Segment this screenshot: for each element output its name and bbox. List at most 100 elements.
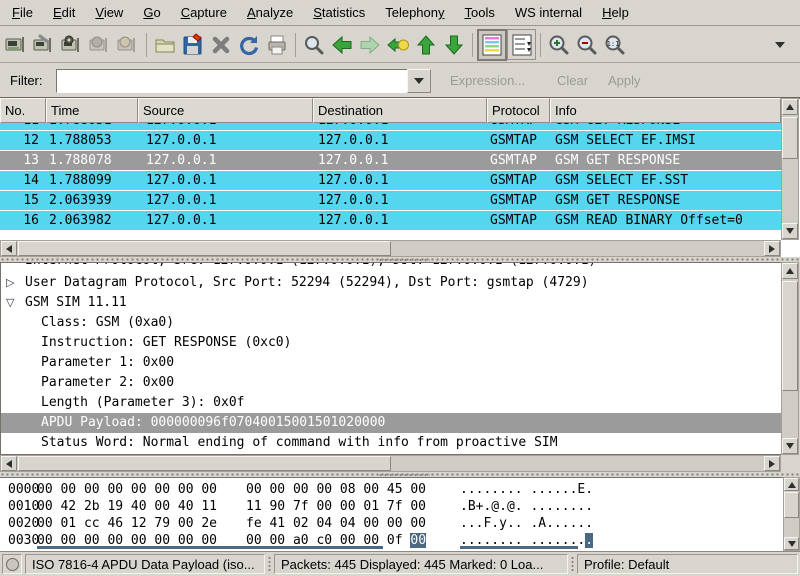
menu-bar: FileEditViewGoCaptureAnalyzeStatisticsTe… — [0, 0, 800, 26]
scroll-down-button[interactable] — [782, 438, 798, 454]
table-row[interactable]: 15 2.063939 127.0.0.1 127.0.0.1 GSMTAP G… — [0, 191, 781, 211]
capture-options-button[interactable] — [30, 30, 58, 60]
expert-info-indicator-icon — [6, 558, 19, 571]
column-header-info[interactable]: Info — [550, 98, 781, 123]
menu-edit[interactable]: Edit — [43, 2, 85, 23]
detail-line-parameter2[interactable]: Parameter 2: 0x00 — [1, 373, 781, 393]
bytes-vscrollbar[interactable] — [783, 477, 800, 551]
go-back-button[interactable] — [328, 30, 356, 60]
statusbar-grip[interactable] — [570, 556, 575, 572]
table-row[interactable]: 16 2.063982 127.0.0.1 127.0.0.1 GSMTAP G… — [0, 211, 781, 231]
scroll-down-button[interactable] — [784, 537, 799, 550]
capture-start-button[interactable] — [58, 30, 86, 60]
detail-line-udp[interactable]: ▷ User Datagram Protocol, Src Port: 5229… — [1, 273, 781, 293]
hex-offset: 0020 — [8, 515, 39, 532]
menu-capture[interactable]: Capture — [171, 2, 237, 23]
scroll-up-button[interactable] — [782, 263, 798, 279]
detail-line-class[interactable]: Class: GSM (0xa0) — [1, 313, 781, 333]
scroll-thumb[interactable] — [782, 117, 798, 159]
filter-label: Filter: — [10, 73, 43, 88]
status-profile: Profile: Default — [577, 554, 798, 574]
menu-view[interactable]: View — [85, 2, 133, 23]
print-button[interactable] — [263, 30, 291, 60]
triangle-up-icon — [786, 268, 794, 274]
scroll-left-button[interactable] — [1, 241, 17, 256]
menu-go[interactable]: Go — [133, 2, 170, 23]
go-to-packet-button[interactable] — [384, 30, 412, 60]
menu-analyze[interactable]: Analyze — [237, 2, 303, 23]
hex-row[interactable]: 0000 00 00 00 00 00 00 00 00 00 00 00 00… — [0, 481, 800, 498]
scroll-thumb[interactable] — [18, 456, 391, 471]
column-header-time[interactable]: Time — [46, 98, 138, 123]
detail-line-parameter1[interactable]: Parameter 1: 0x00 — [1, 353, 781, 373]
menu-tools[interactable]: Tools — [455, 2, 505, 23]
reload-file-button[interactable] — [235, 30, 263, 60]
detail-line-apdu-payload-selected[interactable]: APDU Payload: 000000096f0704001500150102… — [1, 413, 781, 433]
table-row[interactable]: 12 1.788053 127.0.0.1 127.0.0.1 GSMTAP G… — [0, 131, 781, 151]
detail-line-gsm-sim[interactable]: ▽ GSM SIM 11.11 — [1, 293, 781, 313]
nic-gear-icon — [60, 33, 84, 57]
nic-stop-icon — [88, 33, 112, 57]
table-row[interactable]: 14 1.788099 127.0.0.1 127.0.0.1 GSMTAP G… — [0, 171, 781, 191]
filter-dropdown-button[interactable] — [407, 69, 431, 93]
colorize-icon — [482, 34, 502, 56]
chevron-down-icon — [775, 42, 785, 48]
expander-collapsed-icon[interactable]: ▷ — [6, 273, 14, 293]
save-file-button[interactable] — [179, 30, 207, 60]
details-vscrollbar[interactable] — [781, 262, 799, 455]
details-hscrollbar[interactable] — [0, 455, 781, 472]
scroll-up-button[interactable] — [784, 478, 799, 491]
capture-restart-button — [114, 30, 142, 60]
zoom-in-button[interactable] — [545, 30, 573, 60]
hex-row[interactable]: 0020 00 01 cc 46 12 79 00 2e fe 41 02 04… — [0, 515, 800, 532]
expander-expanded-icon[interactable]: ▽ — [6, 293, 14, 313]
scroll-left-button[interactable] — [1, 456, 17, 471]
menu-telephony[interactable]: Telephony — [375, 2, 454, 23]
close-file-button[interactable] — [207, 30, 235, 60]
toolbar-overflow-button[interactable] — [766, 30, 794, 60]
detail-line-instruction[interactable]: Instruction: GET RESPONSE (0xc0) — [1, 333, 781, 353]
open-file-button[interactable] — [151, 30, 179, 60]
scroll-down-button[interactable] — [782, 223, 798, 239]
scroll-thumb[interactable] — [18, 241, 391, 256]
column-header-protocol[interactable]: Protocol — [487, 98, 550, 123]
scroll-up-button[interactable] — [782, 99, 798, 115]
filter-input[interactable] — [56, 69, 408, 93]
menu-statistics[interactable]: Statistics — [303, 2, 375, 23]
detail-line-length[interactable]: Length (Parameter 3): 0x0f — [1, 393, 781, 413]
triangle-down-icon — [786, 443, 794, 449]
detail-line-status-word[interactable]: Status Word: Normal ending of command wi… — [1, 433, 781, 453]
go-to-top-button[interactable] — [412, 30, 440, 60]
clear-button: Clear — [557, 73, 588, 88]
triangle-up-icon — [788, 482, 796, 488]
scroll-thumb[interactable] — [784, 492, 799, 518]
colorize-toggle-button[interactable] — [477, 29, 507, 61]
triangle-right-icon — [769, 245, 775, 253]
menu-help[interactable]: Help — [592, 2, 639, 23]
menu-ws-internal[interactable]: WS internal — [505, 2, 592, 23]
detail-line-clipped[interactable]: Internet Protocol, Src: 127.0.0.1 (127.0… — [1, 263, 781, 273]
zoom-normal-button[interactable]: 1:1 — [601, 30, 629, 60]
zoom-out-button[interactable] — [573, 30, 601, 60]
find-packet-button[interactable] — [300, 30, 328, 60]
table-row-clipped[interactable]: 11 1.788051 127.0.0.1 127.0.0.1 GSMTAP G… — [0, 123, 781, 131]
statusbar-grip[interactable] — [267, 556, 272, 572]
table-row-selected[interactable]: 13 1.788078 127.0.0.1 127.0.0.1 GSMTAP G… — [0, 151, 781, 171]
interfaces-list-button[interactable] — [2, 30, 30, 60]
scroll-right-button[interactable] — [764, 241, 780, 256]
hex-row[interactable]: 0010 00 42 2b 19 40 00 40 11 11 90 7f 00… — [0, 498, 800, 515]
go-to-bottom-button[interactable] — [440, 30, 468, 60]
packet-list-vscrollbar[interactable] — [781, 98, 799, 240]
packet-list-hscrollbar[interactable] — [0, 240, 781, 257]
column-header-no[interactable]: No. — [0, 98, 46, 123]
menu-file[interactable]: File — [2, 2, 43, 23]
column-header-destination[interactable]: Destination — [313, 98, 487, 123]
expert-info-button[interactable] — [2, 554, 22, 574]
column-header-source[interactable]: Source — [138, 98, 313, 123]
auto-scroll-toggle-button[interactable] — [507, 29, 536, 60]
zoom-out-icon — [575, 33, 599, 57]
floppy-icon — [181, 33, 205, 57]
filter-bar: Filter: Expression... Clear Apply — [0, 64, 800, 98]
scroll-thumb[interactable] — [782, 281, 798, 391]
scroll-right-button[interactable] — [764, 456, 780, 471]
